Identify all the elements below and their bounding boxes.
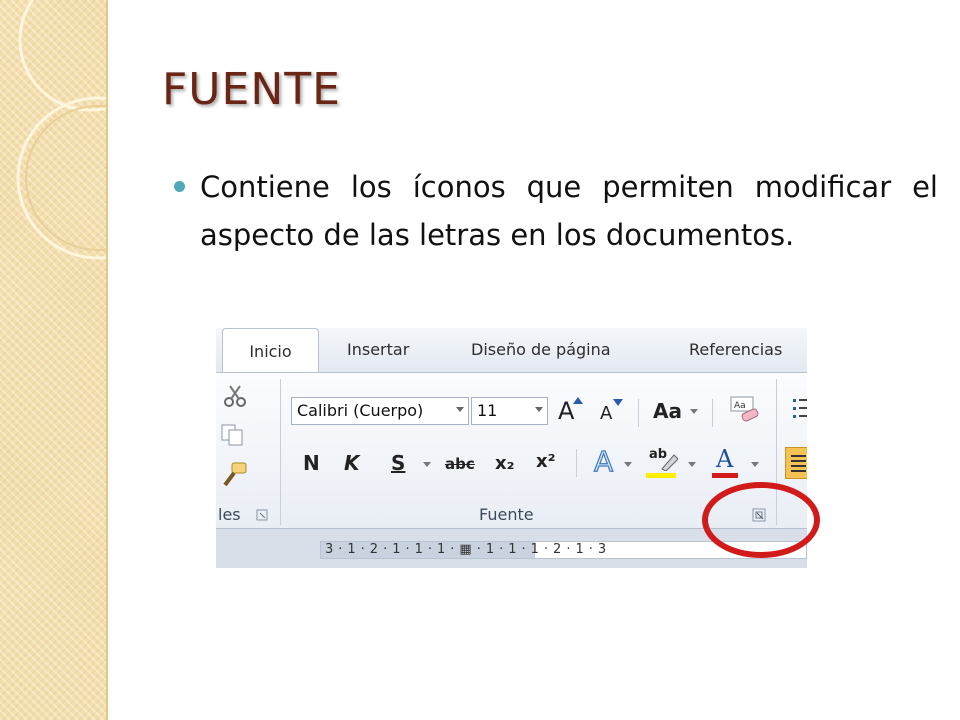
ribbon-tab-bar: Inicio Insertar Diseño de página Referen… xyxy=(216,328,807,373)
bold-button[interactable]: N xyxy=(303,451,320,475)
button-separator xyxy=(576,449,577,477)
clipboard-group-label: les xyxy=(218,505,241,524)
clear-formatting-icon[interactable]: Aa xyxy=(728,395,762,425)
font-color-glyph: A xyxy=(716,445,734,473)
text-effects-glyph: A xyxy=(594,445,613,478)
font-color-bar xyxy=(712,473,738,478)
underline-button[interactable]: S xyxy=(391,451,405,475)
format-painter-icon[interactable] xyxy=(220,461,250,489)
ruler-marks: 3·1·2·1·1·1·▦·1·1·1·2·1·3 xyxy=(325,542,612,557)
shrink-font-button[interactable]: A xyxy=(600,403,612,424)
highlighter-icon xyxy=(661,454,678,471)
clipboard-launcher-icon[interactable] xyxy=(256,509,268,521)
tab-diseno-de-pagina[interactable]: Diseño de página xyxy=(471,340,611,359)
chevron-down-icon[interactable] xyxy=(624,462,632,467)
tab-inicio[interactable]: Inicio xyxy=(222,328,319,373)
strikethrough-button[interactable]: abc xyxy=(445,455,475,473)
tab-referencias[interactable]: Referencias xyxy=(689,340,782,359)
caret-up-icon xyxy=(573,397,583,404)
change-case-button[interactable]: Aa xyxy=(653,399,682,423)
font-name-value: Calibri (Cuerpo) xyxy=(297,401,424,420)
slide-title: FUENTE xyxy=(162,64,341,115)
decorative-circles xyxy=(16,0,106,260)
clear-formatting-label: Aa xyxy=(734,401,746,411)
chevron-down-icon[interactable] xyxy=(456,407,464,412)
grow-font-button[interactable]: A xyxy=(558,397,574,425)
text-effects-icon[interactable]: A xyxy=(592,445,620,479)
font-size-combo[interactable]: 11 xyxy=(471,397,548,425)
copy-icon[interactable] xyxy=(220,423,246,447)
highlight-annotation-circle xyxy=(702,482,820,558)
bullets-icon[interactable] xyxy=(792,397,807,421)
caret-down-icon xyxy=(613,399,623,406)
font-color-button[interactable]: A xyxy=(712,445,742,481)
highlight-color-bar xyxy=(646,473,676,478)
justify-button[interactable] xyxy=(785,447,807,479)
superscript-button[interactable]: x² xyxy=(536,451,556,472)
font-size-value: 11 xyxy=(477,401,498,420)
button-separator xyxy=(712,399,713,427)
font-group-label: Fuente xyxy=(479,505,534,524)
chevron-down-icon[interactable] xyxy=(688,462,696,467)
group-separator xyxy=(280,379,281,525)
font-name-combo[interactable]: Calibri (Cuerpo) xyxy=(291,397,469,425)
bullet-text: Contiene los íconos que permiten modific… xyxy=(200,170,938,252)
chevron-down-icon[interactable] xyxy=(751,462,759,467)
subscript-button[interactable]: x₂ xyxy=(495,453,515,474)
chevron-down-icon[interactable] xyxy=(423,462,431,467)
highlight-button[interactable]: ab xyxy=(646,447,682,481)
tab-insertar[interactable]: Insertar xyxy=(347,340,409,359)
button-separator xyxy=(638,399,639,427)
decorative-side-strip xyxy=(0,0,108,720)
chevron-down-icon[interactable] xyxy=(535,407,543,412)
italic-button[interactable]: K xyxy=(344,451,360,475)
align-justify-icon xyxy=(791,455,806,472)
chevron-down-icon[interactable] xyxy=(690,409,698,414)
bullet-marker xyxy=(174,181,185,192)
cut-icon[interactable] xyxy=(222,383,248,409)
